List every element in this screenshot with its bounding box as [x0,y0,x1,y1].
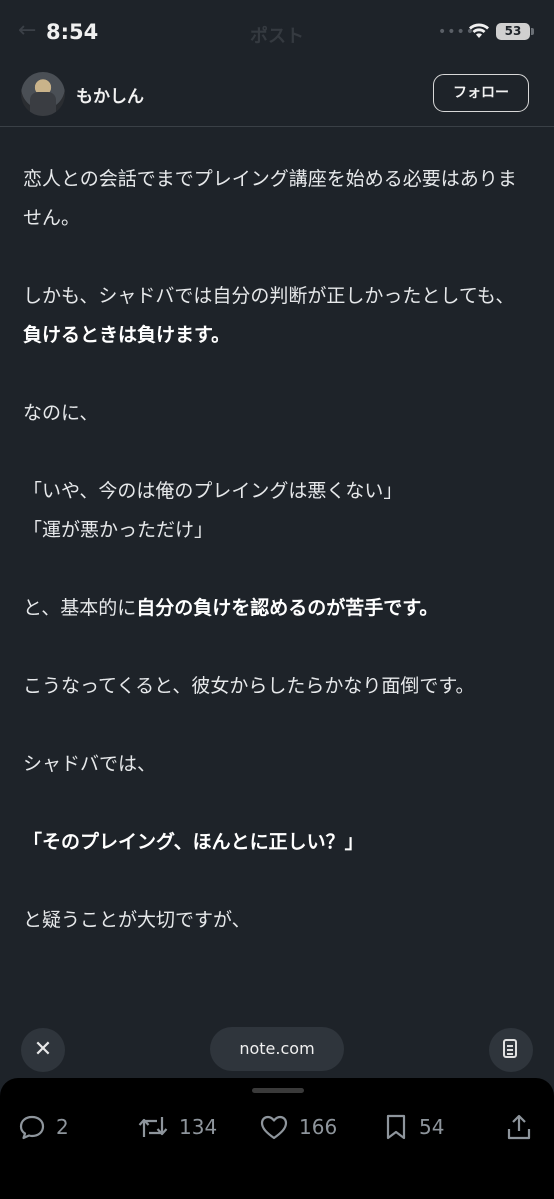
share-icon [507,1114,531,1140]
bookmark-count: 54 [419,1115,445,1139]
username[interactable]: もかしん [76,82,144,107]
quote-line-1: 「いや、今のは俺のプレイングは悪くない」 [23,480,403,502]
reader-icon [503,1039,517,1058]
like-button[interactable]: 166 [259,1110,337,1144]
paragraph-3: なのに、 [23,402,99,424]
repost-icon [138,1117,168,1137]
paragraph-5-bold: 自分の負けを認めるのが苦手です。 [136,597,439,619]
repost-button[interactable]: 134 [137,1110,217,1144]
paragraph-8-bold: 「そのプレイング、ほんとに正しい？」 [23,831,364,853]
wifi-icon [469,23,489,38]
paragraph-2-text: しかも、シャドバでは自分の判断が正しかったとしても、 [23,285,515,307]
reply-icon [19,1115,45,1140]
paragraph-2-bold: 負けるときは負けます。 [23,324,231,346]
like-count: 166 [299,1115,338,1139]
like-icon [260,1115,288,1140]
article-body: 恋人との会話でまでプレイング講座を始める必要はありません。 しかも、シャドバでは… [23,160,533,940]
close-icon[interactable]: ✕ [21,1028,65,1072]
share-button[interactable] [505,1110,533,1144]
status-bar: ← 8:54 ポスト •••• 53 [0,0,554,64]
battery-tip [531,28,534,35]
sheet-handle[interactable] [252,1088,304,1093]
reply-button[interactable]: 2 [18,1110,69,1144]
reply-count: 2 [56,1115,69,1139]
paragraph-5: と、基本的に自分の負けを認めるのが苦手です。 [23,589,533,628]
action-bar: 2 134 166 54 [0,1078,554,1199]
follow-button[interactable]: フォロー [433,74,529,112]
paragraph-1: 恋人との会話でまでプレイング講座を始める必要はありません。 [23,168,517,229]
bookmark-button[interactable]: 54 [383,1110,444,1144]
paragraph-6: こうなってくると、彼女からしたらかなり面倒です。 [23,675,475,697]
post-header: もかしん フォロー [0,64,554,127]
reader-mode-button[interactable] [489,1028,533,1072]
paragraph-5-text: と、基本的に [23,597,137,619]
quote-line-2: 「運が悪かっただけ」 [23,519,214,541]
paragraph-9: と疑うことが大切ですが、 [23,909,251,931]
battery-icon: 53 [496,23,530,40]
paragraph-2: しかも、シャドバでは自分の判断が正しかったとしても、負けるときは負けます。 [23,277,533,355]
repost-count: 134 [179,1115,218,1139]
avatar[interactable] [21,72,65,116]
url-pill[interactable]: note.com [210,1027,344,1071]
bookmark-icon [386,1114,406,1140]
paragraph-7: シャドバでは、 [23,753,157,775]
